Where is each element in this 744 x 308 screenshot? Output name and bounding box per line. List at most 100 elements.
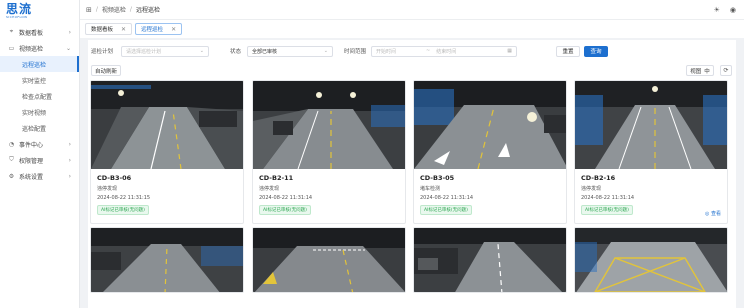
sidebar-menu: ⌖ 数据看板 › ▭ 视频巡检 ⌄ 远程巡检 实时监控 检查点配置 实时视频 巡检配置 … xyxy=(0,24,79,184)
sidebar-item-video-inspection[interactable]: ▭ 视频巡检 ⌄ xyxy=(0,40,79,56)
main-panel: 巡检计划 请选择巡检计划 ⌄ 状态 全部已审核 ⌄ 时间范围 开始时间 ~ 结束时间… xyxy=(88,40,736,308)
view-link[interactable]: ◎ 查看 xyxy=(705,210,721,217)
sidebar-item-label: 视频巡检 xyxy=(19,45,44,53)
tab-label: 数据看板 xyxy=(91,27,114,33)
sidebar-item-inspection-config[interactable]: 巡检配置 xyxy=(0,120,79,136)
status-badge: AI标记已审核(无问题) xyxy=(420,205,472,215)
camera-card[interactable] xyxy=(413,227,567,293)
sidebar-item-live-video[interactable]: 实时视频 xyxy=(0,104,79,120)
chevron-down-icon: ⌄ xyxy=(199,48,204,54)
camera-snapshot[interactable] xyxy=(414,228,566,292)
sidebar-item-label: 巡检配置 xyxy=(22,125,47,133)
camera-snapshot[interactable] xyxy=(253,228,405,292)
sidebar-item-label: 实时监控 xyxy=(22,77,47,85)
camera-card[interactable] xyxy=(90,227,244,293)
user-icon[interactable]: ◉ xyxy=(730,6,736,14)
camera-card[interactable] xyxy=(574,227,728,293)
sidebar-item-label: 系统设置 xyxy=(19,173,44,181)
query-button[interactable]: 查询 xyxy=(584,45,608,57)
refresh-icon[interactable]: ⟳ xyxy=(720,65,732,76)
sidebar-item-checkpoint-config[interactable]: 检查点配置 xyxy=(0,88,79,104)
plan-select[interactable]: 请选择巡检计划 ⌄ xyxy=(121,45,209,57)
event-type: 堵车检测 xyxy=(420,186,441,192)
sidebar-item-permissions[interactable]: ⛉ 权限管理 › xyxy=(0,152,79,168)
camera-snapshot[interactable] xyxy=(253,81,405,169)
shield-icon: ⛉ xyxy=(9,156,14,163)
tab-remote-inspection[interactable]: 远程巡检 ✕ xyxy=(135,23,183,35)
sidebar-item-label: 检查点配置 xyxy=(22,93,53,101)
time-range-label: 时间范围 xyxy=(344,49,367,55)
sidebar-item-label: 实时视频 xyxy=(22,109,47,117)
camera-id: CD-B2-11 xyxy=(259,174,294,182)
sidebar-item-remote-inspection[interactable]: 远程巡检 xyxy=(0,56,79,72)
reset-button[interactable]: 重置 xyxy=(556,45,580,57)
chevron-down-icon: ⌄ xyxy=(65,44,71,52)
status-badge: AI标记已审核(无问题) xyxy=(581,205,633,215)
camera-snapshot[interactable] xyxy=(414,81,566,169)
tab-dashboard[interactable]: 数据看板 ✕ xyxy=(85,23,133,35)
chevron-right-icon: › xyxy=(68,156,71,164)
camera-snapshot[interactable] xyxy=(575,228,727,292)
camera-card[interactable]: CD-B2-11 违停发现 2024-08-22 11:31:14 AI标记已审… xyxy=(252,80,406,224)
gear-icon: ⚙ xyxy=(8,172,15,180)
chevron-right-icon: › xyxy=(68,28,71,36)
event-type: 违停发现 xyxy=(259,186,280,192)
camera-snapshot[interactable] xyxy=(91,228,243,292)
range-separator: ~ xyxy=(426,48,431,54)
logo-text: 思流 xyxy=(6,2,33,16)
event-type: 违停发现 xyxy=(581,186,602,192)
status-value: 全部已审核 xyxy=(252,48,278,55)
auto-refresh-button[interactable]: 自动刷新 xyxy=(91,65,121,76)
close-icon[interactable]: ✕ xyxy=(171,26,176,33)
view-label: 视图 xyxy=(690,68,702,75)
top-bar: ⊞ / 视频巡检 / 远程巡检 ☀ ◉ xyxy=(80,0,744,20)
toolbar: 自动刷新 视图中 ⟳ xyxy=(88,65,736,77)
start-time-placeholder: 开始时间 xyxy=(376,48,397,55)
camera-card[interactable]: CD-B3-06 违停发现 2024-08-22 11:31:15 AI标记已审… xyxy=(90,80,244,224)
camera-snapshot[interactable] xyxy=(575,81,727,169)
filter-bar: 巡检计划 请选择巡检计划 ⌄ 状态 全部已审核 ⌄ 时间范围 开始时间 ~ 结束时间… xyxy=(88,42,736,60)
event-type: 违停发现 xyxy=(97,186,118,192)
camera-snapshot[interactable] xyxy=(91,81,243,169)
camera-card[interactable]: CD-B3-05 堵车检测 2024-08-22 11:31:14 AI标记已审… xyxy=(413,80,567,224)
status-badge: AI标记已审核(无问题) xyxy=(97,205,149,215)
sidebar-item-live-monitor[interactable]: 实时监控 xyxy=(0,72,79,88)
camera-id: CD-B3-06 xyxy=(97,174,132,182)
camera-card[interactable] xyxy=(252,227,406,293)
sidebar-item-label: 事件中心 xyxy=(19,141,44,149)
camera-card[interactable]: CD-B2-16 违停发现 2024-08-22 11:31:14 AI标记已审… xyxy=(574,80,728,224)
location-icon: ⌖ xyxy=(9,28,14,35)
sidebar-item-dashboard[interactable]: ⌖ 数据看板 › xyxy=(0,24,79,40)
chevron-down-icon: ⌄ xyxy=(323,48,328,54)
event-time: 2024-08-22 11:31:14 xyxy=(420,195,474,201)
breadcrumb-separator: / xyxy=(129,6,132,13)
breadcrumb-video-inspection[interactable]: 视频巡检 xyxy=(102,5,126,14)
breadcrumb-remote-inspection: 远程巡检 xyxy=(135,7,160,14)
sidebar: 思流 SICHUFLOW ⌖ 数据看板 › ▭ 视频巡检 ⌄ 远程巡检 实时监控 检查点… xyxy=(0,0,80,308)
event-time: 2024-08-22 11:31:14 xyxy=(259,195,313,201)
breadcrumb-separator: / xyxy=(95,6,98,13)
calendar-icon: ▦ xyxy=(507,48,512,54)
plan-placeholder: 请选择巡检计划 xyxy=(126,48,162,55)
sun-icon[interactable]: ☀ xyxy=(714,6,720,14)
plan-label: 巡检计划 xyxy=(91,49,114,55)
tab-label: 远程巡检 xyxy=(141,27,164,33)
sidebar-item-settings[interactable]: ⚙ 系统设置 › xyxy=(0,168,79,184)
tab-bar: 数据看板 ✕ 远程巡检 ✕ xyxy=(80,20,744,38)
event-time: 2024-08-22 11:31:15 xyxy=(97,195,151,201)
time-range-picker[interactable]: 开始时间 ~ 结束时间 ▦ xyxy=(371,45,517,57)
sidebar-item-label: 远程巡检 xyxy=(22,61,47,69)
sidebar-item-label: 权限管理 xyxy=(19,157,44,165)
chevron-right-icon: › xyxy=(68,140,71,148)
status-select[interactable]: 全部已审核 ⌄ xyxy=(247,45,333,57)
grid-icon[interactable]: ⊞ xyxy=(86,6,92,14)
monitor-icon: ▭ xyxy=(8,44,15,52)
camera-id: CD-B2-16 xyxy=(581,174,616,182)
logo-subtext: SICHUFLOW xyxy=(6,15,28,19)
chevron-right-icon: › xyxy=(68,172,71,180)
event-time: 2024-08-22 11:31:14 xyxy=(581,195,635,201)
sidebar-item-event-center[interactable]: ◔ 事件中心 › xyxy=(0,136,79,152)
close-icon[interactable]: ✕ xyxy=(121,26,126,33)
end-time-placeholder: 结束时间 xyxy=(436,48,457,55)
view-size-select[interactable]: 视图中 xyxy=(686,65,714,76)
